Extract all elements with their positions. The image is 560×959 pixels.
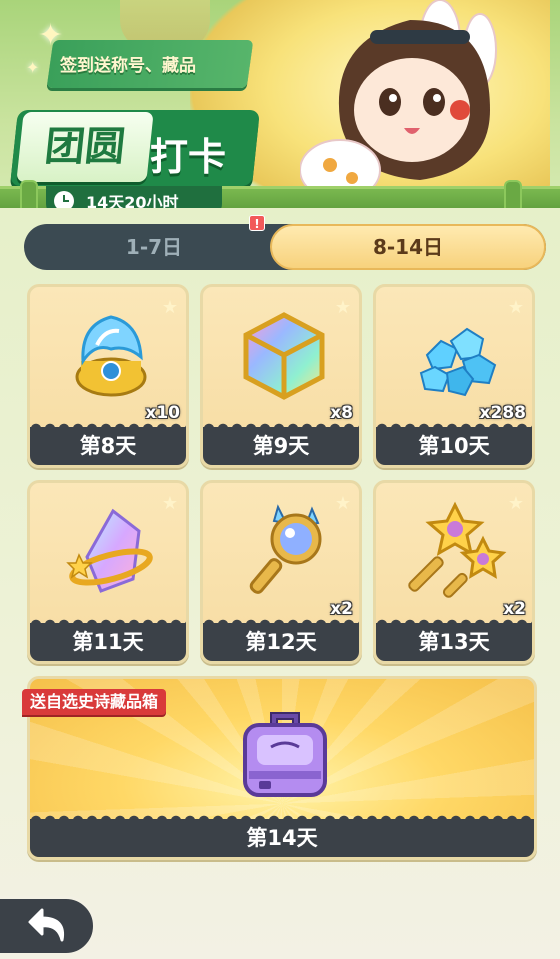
page-title-sub: 打卡	[150, 135, 227, 179]
reward-quantity: x2	[330, 599, 353, 619]
day-label: 第9天	[203, 421, 359, 465]
star-icon: ★	[507, 493, 524, 514]
day-label: 第12天	[203, 617, 359, 661]
tab-days-8-14[interactable]: 8-14日	[270, 224, 546, 270]
crystal-ring-icon	[66, 508, 153, 593]
back-button[interactable]	[0, 896, 96, 956]
day-label: 第8天	[30, 421, 186, 465]
star-icon: ★	[161, 493, 178, 514]
star-icon: ★	[334, 493, 351, 514]
purple-chest-icon	[243, 712, 327, 797]
reward-quantity: x2	[503, 599, 526, 619]
promo-text: 签到送称号、藏品	[60, 56, 196, 76]
tab-days-1-7[interactable]: 1-7日	[24, 224, 284, 270]
epic-box-ribbon: 送自选史诗藏品箱	[22, 689, 167, 715]
blue-flame-token-icon	[75, 315, 147, 397]
reward-card-day11[interactable]: ★ 第11天	[27, 480, 189, 664]
sparkle-icon: ✦	[26, 58, 40, 77]
magic-mirror-key-icon	[249, 504, 322, 594]
reward-card-day10[interactable]: ★ x288 第10天	[373, 284, 535, 468]
rainbow-cube-icon	[243, 312, 325, 400]
day-label: 第11天	[30, 617, 186, 661]
star-icon: ★	[507, 297, 524, 318]
day-label: 第10天	[376, 421, 532, 465]
reward-card-day13[interactable]: ★ x2 第13天	[373, 480, 535, 664]
golden-star-keys-icon	[408, 501, 507, 598]
day-label: 第14天	[30, 813, 534, 857]
mascot-bunny-girl	[300, 0, 497, 200]
tab-alert-badge: !	[249, 215, 265, 231]
reward-card-day12[interactable]: ★ x2 第12天	[200, 480, 362, 664]
reward-quantity: x8	[330, 403, 353, 423]
reward-card-day8[interactable]: ★ x10 第8天	[27, 284, 189, 468]
back-arrow-icon	[28, 908, 65, 942]
day-label: 第13天	[376, 617, 532, 661]
star-icon: ★	[334, 297, 351, 318]
reward-quantity: x10	[145, 403, 180, 423]
page-title-main: 团圆	[16, 112, 154, 182]
reward-card-day9[interactable]: ★ x8 第9天	[200, 284, 362, 468]
star-icon: ★	[161, 297, 178, 318]
blue-gems-icon	[419, 327, 497, 397]
reward-quantity: x288	[479, 403, 526, 423]
